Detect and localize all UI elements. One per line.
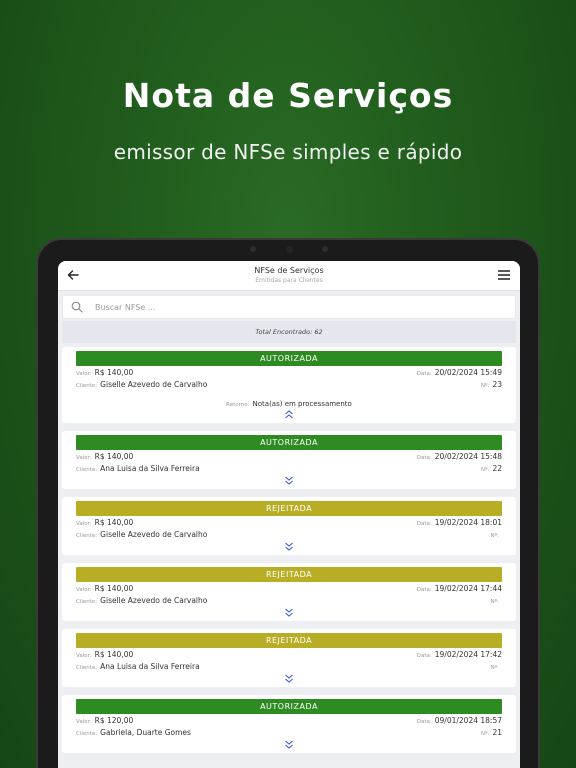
cliente-label: Cliente: <box>76 467 98 473</box>
numero-label: Nº: <box>490 665 499 671</box>
search-icon <box>71 301 83 313</box>
header-subtitle: Emitidas para Clientes <box>255 277 323 284</box>
valor-value: R$ 140,00 <box>94 452 134 461</box>
sensor-icon <box>250 246 256 252</box>
retorno-label: Retorno: <box>226 402 250 408</box>
valor-label: Valor: <box>76 653 92 659</box>
numero-label: Nº: <box>480 383 490 389</box>
cliente-value: Giselle Azevedo de Carvalho <box>100 380 208 389</box>
numero-label: Nº: <box>490 599 499 605</box>
hero-subtitle: emissor de NFSe simples e rápido <box>113 140 463 164</box>
cliente-label: Cliente: <box>76 533 98 539</box>
chevron-down-icon[interactable] <box>284 608 294 617</box>
data-label: Data: <box>416 521 432 527</box>
nfse-list: AUTORIZADA Valor: R$ 140,00 Data: 20/02/202… <box>58 343 520 753</box>
header-title: NFSe de Serviços <box>254 266 324 275</box>
cliente-value: Ana Luisa da Silva Ferreira <box>100 464 200 473</box>
app-header: NFSe de Serviços Emitidas para Clientes <box>58 261 520 291</box>
numero-value: 23 <box>492 380 502 389</box>
valor-label: Valor: <box>76 371 92 377</box>
cliente-value: Ana Luisa da Silva Ferreira <box>100 662 200 671</box>
valor-value: R$ 140,00 <box>94 518 134 527</box>
valor-value: R$ 140,00 <box>94 584 134 593</box>
status-badge: REJEITADA <box>76 633 502 648</box>
cliente-value: Giselle Azevedo de Carvalho <box>100 530 208 539</box>
data-label: Data: <box>416 719 432 725</box>
cliente-label: Cliente: <box>76 665 98 671</box>
status-badge: REJEITADA <box>76 501 502 516</box>
data-value: 20/02/2024 15:49 <box>434 368 502 377</box>
numero-label: Nº: <box>480 731 490 737</box>
search-box <box>62 295 516 319</box>
data-value: 19/02/2024 17:44 <box>434 584 502 593</box>
data-value: 20/02/2024 15:48 <box>434 452 502 461</box>
numero-value: 22 <box>492 464 502 473</box>
app-screen: NFSe de Serviços Emitidas para Clientes … <box>58 261 520 768</box>
camera-bar <box>38 246 538 254</box>
data-value: 19/02/2024 17:42 <box>434 650 502 659</box>
search-input[interactable] <box>95 299 495 315</box>
valor-value: R$ 140,00 <box>94 650 134 659</box>
nfse-card[interactable]: AUTORIZADA Valor: R$ 140,00 Data: 20/02/202… <box>62 431 516 489</box>
retorno-value: Nota(as) em processamento <box>252 400 352 408</box>
camera-icon <box>286 246 293 253</box>
nfse-card[interactable]: REJEITADA Valor: R$ 140,00 Data: 19/02/2024… <box>62 629 516 687</box>
retorno-line: Retorno: Nota(as) em processamento <box>76 400 502 408</box>
cliente-label: Cliente: <box>76 383 98 389</box>
data-value: 19/02/2024 18:01 <box>434 518 502 527</box>
sensor-icon <box>322 246 328 252</box>
tablet-frame: NFSe de Serviços Emitidas para Clientes … <box>36 238 540 768</box>
valor-label: Valor: <box>76 521 92 527</box>
status-badge: AUTORIZADA <box>76 435 502 450</box>
chevron-down-icon[interactable] <box>284 542 294 551</box>
nfse-card[interactable]: AUTORIZADA Valor: R$ 140,00 Data: 20/02/202… <box>62 347 516 423</box>
numero-value: 21 <box>492 728 502 737</box>
status-badge: REJEITADA <box>76 567 502 582</box>
data-label: Data: <box>416 455 432 461</box>
chevron-up-icon[interactable] <box>284 410 294 419</box>
nfse-card[interactable]: REJEITADA Valor: R$ 140,00 Data: 19/02/2024… <box>62 563 516 621</box>
data-label: Data: <box>416 371 432 377</box>
cliente-value: Giselle Azevedo de Carvalho <box>100 596 208 605</box>
status-badge: AUTORIZADA <box>76 699 502 714</box>
data-label: Data: <box>416 653 432 659</box>
cliente-label: Cliente: <box>76 599 98 605</box>
chevron-down-icon[interactable] <box>284 740 294 749</box>
numero-label: Nº: <box>480 467 490 473</box>
data-value: 09/01/2024 18:57 <box>434 716 502 725</box>
hero-title: Nota de Serviços <box>122 76 454 115</box>
valor-value: R$ 140,00 <box>94 368 134 377</box>
total-found: Total Encontrado: 62 <box>62 321 516 343</box>
chevron-down-icon[interactable] <box>284 476 294 485</box>
numero-label: Nº: <box>490 533 499 539</box>
nfse-card[interactable]: AUTORIZADA Valor: R$ 120,00 Data: 09/01/202… <box>62 695 516 753</box>
hamburger-menu-icon[interactable] <box>498 270 510 280</box>
nfse-card[interactable]: REJEITADA Valor: R$ 140,00 Data: 19/02/2024… <box>62 497 516 555</box>
cliente-value: Gabriela, Duarte Gomes <box>100 728 191 737</box>
status-badge: AUTORIZADA <box>76 351 502 366</box>
cliente-label: Cliente: <box>76 731 98 737</box>
valor-label: Valor: <box>76 587 92 593</box>
chevron-down-icon[interactable] <box>284 674 294 683</box>
valor-label: Valor: <box>76 719 92 725</box>
data-label: Data: <box>416 587 432 593</box>
valor-value: R$ 120,00 <box>94 716 134 725</box>
valor-label: Valor: <box>76 455 92 461</box>
